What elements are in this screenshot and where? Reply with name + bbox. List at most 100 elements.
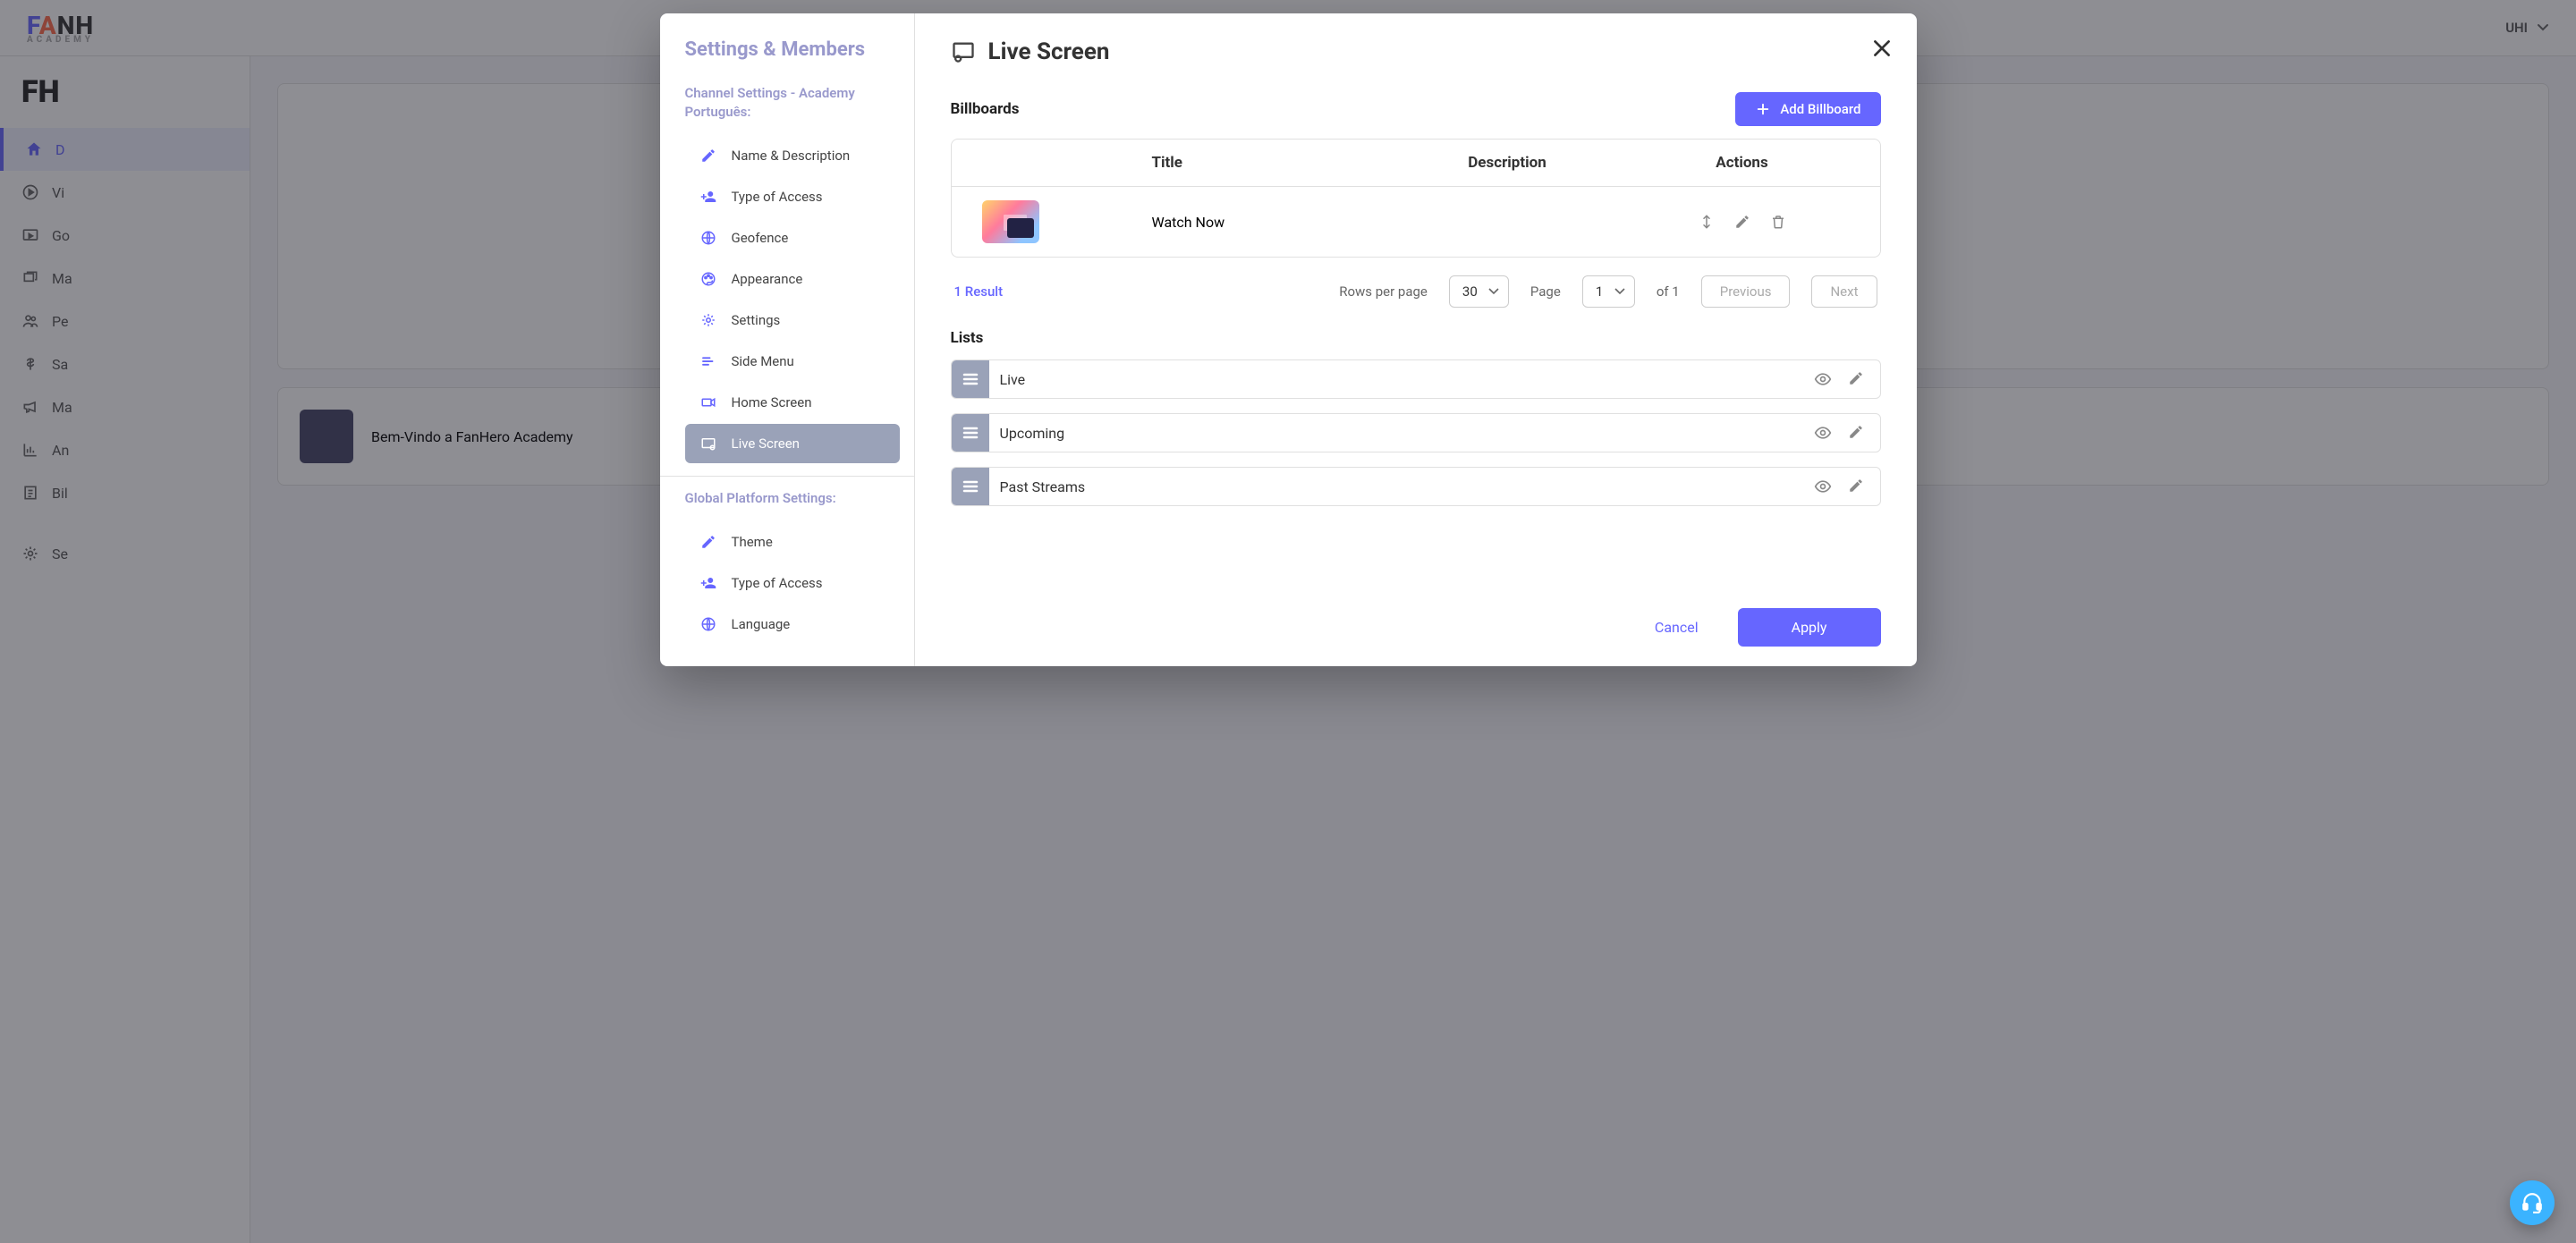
sidebar-item-home-screen[interactable]: Home Screen — [685, 383, 900, 422]
billboards-label: Billboards — [951, 100, 1020, 118]
edit-button[interactable] — [1848, 370, 1864, 388]
visibility-button[interactable] — [1814, 478, 1832, 495]
pencil-icon — [1848, 478, 1864, 494]
reorder-icon — [1699, 214, 1715, 230]
sidebar-item-live-screen[interactable]: Live Screen — [685, 424, 900, 463]
pencil-icon — [1848, 370, 1864, 386]
list-item: Upcoming — [951, 413, 1881, 452]
drag-icon — [962, 427, 979, 439]
modal-overlay: Settings & Members Channel Settings - Ac… — [0, 0, 2576, 1243]
sidebar-item-type-of-access-global[interactable]: Type of Access — [685, 563, 900, 603]
sidebar-item-label: Theme — [732, 534, 773, 550]
edit-button[interactable] — [1848, 478, 1864, 495]
list-actions — [1814, 424, 1880, 442]
person-add-icon — [700, 189, 716, 205]
list-name: Live — [989, 371, 1814, 388]
page-of-text: of 1 — [1657, 283, 1680, 300]
list-item: Live — [951, 359, 1881, 399]
screen-settings-icon — [700, 435, 716, 452]
edit-button[interactable] — [1734, 214, 1750, 230]
sidebar-item-appearance[interactable]: Appearance — [685, 259, 900, 299]
button-label: Add Billboard — [1780, 101, 1860, 117]
list-actions — [1814, 370, 1880, 388]
row-actions — [1626, 214, 1859, 230]
billboard-thumbnail — [982, 200, 1039, 243]
sidebar-item-geofence[interactable]: Geofence — [685, 218, 900, 258]
modal-main: Live Screen Billboards Add Billboard — [915, 13, 1917, 666]
next-button[interactable]: Next — [1811, 275, 1877, 308]
sidebar-item-label: Home Screen — [732, 394, 812, 410]
sidebar-item-settings[interactable]: Settings — [685, 300, 900, 340]
close-button[interactable] — [1870, 37, 1894, 60]
result-count: 1 Result — [954, 283, 1004, 300]
rows-per-page-label: Rows per page — [1339, 283, 1428, 300]
sidebar-item-label: Settings — [732, 312, 781, 328]
sidebar-separator — [660, 476, 914, 477]
add-billboard-button[interactable]: Add Billboard — [1735, 92, 1880, 126]
list-icon — [700, 353, 716, 369]
sidebar-item-language[interactable]: Language — [685, 605, 900, 644]
globe-icon — [700, 230, 716, 246]
sidebar-item-type-of-access[interactable]: Type of Access — [685, 177, 900, 216]
list-name: Past Streams — [989, 478, 1814, 495]
eye-icon — [1814, 370, 1832, 388]
modal-footer: Cancel Apply — [915, 588, 1917, 666]
eye-icon — [1814, 478, 1832, 495]
settings-modal: Settings & Members Channel Settings - Ac… — [660, 13, 1917, 666]
page-label: Page — [1530, 283, 1561, 300]
sidebar-item-label: Type of Access — [732, 575, 823, 591]
table-row: Watch Now — [952, 187, 1880, 257]
drag-handle[interactable] — [952, 360, 989, 398]
sidebar-item-label: Name & Description — [732, 148, 851, 164]
apply-button[interactable]: Apply — [1738, 608, 1881, 647]
modal-title: Live Screen — [988, 38, 1110, 65]
modal-header: Live Screen — [915, 13, 1917, 72]
list-actions — [1814, 478, 1880, 495]
row-title: Watch Now — [1152, 214, 1389, 231]
page-select[interactable]: 1 — [1582, 275, 1635, 308]
headset-icon — [2521, 1191, 2544, 1214]
modal-body: Billboards Add Billboard Title Descripti… — [915, 72, 1917, 588]
col-title: Title — [1152, 154, 1389, 172]
pagination: 1 Result Rows per page 30 Page 1 of 1 Pr… — [951, 258, 1881, 326]
drag-icon — [962, 373, 979, 385]
gear-icon — [700, 312, 716, 328]
sidebar-item-label: Live Screen — [732, 435, 800, 452]
lists-header: Lists — [951, 329, 1881, 347]
person-add-icon — [700, 575, 716, 591]
delete-button[interactable] — [1770, 214, 1786, 230]
pencil-icon — [1848, 424, 1864, 440]
lists-label: Lists — [951, 329, 984, 347]
rows-per-page-select[interactable]: 30 — [1449, 275, 1509, 308]
visibility-button[interactable] — [1814, 370, 1832, 388]
list-item: Past Streams — [951, 467, 1881, 506]
sidebar-item-side-menu[interactable]: Side Menu — [685, 342, 900, 381]
globe-icon — [700, 616, 716, 632]
sidebar-item-label: Language — [732, 616, 791, 632]
cancel-button[interactable]: Cancel — [1642, 610, 1711, 645]
sidebar-item-label: Side Menu — [732, 353, 794, 369]
col-description: Description — [1389, 154, 1626, 172]
sidebar-item-label: Appearance — [732, 271, 803, 287]
sidebar-item-theme[interactable]: Theme — [685, 522, 900, 562]
edit-button[interactable] — [1848, 424, 1864, 442]
reorder-button[interactable] — [1699, 214, 1715, 230]
eye-icon — [1814, 424, 1832, 442]
plus-icon — [1755, 101, 1771, 117]
table-header: Title Description Actions — [952, 140, 1880, 187]
drag-handle[interactable] — [952, 468, 989, 505]
visibility-button[interactable] — [1814, 424, 1832, 442]
billboards-table: Title Description Actions Watch Now — [951, 139, 1881, 258]
support-button[interactable] — [2510, 1180, 2555, 1225]
pencil-icon — [700, 148, 716, 164]
drag-handle[interactable] — [952, 414, 989, 452]
sidebar-item-name-description[interactable]: Name & Description — [685, 136, 900, 175]
billboards-header: Billboards Add Billboard — [951, 92, 1881, 126]
sidebar-group-channel: Channel Settings - Academy Português: — [660, 84, 914, 134]
trash-icon — [1770, 214, 1786, 230]
pencil-icon — [700, 534, 716, 550]
palette-icon — [700, 271, 716, 287]
list-name: Upcoming — [989, 425, 1814, 442]
modal-sidebar-title: Settings & Members — [660, 38, 914, 84]
previous-button[interactable]: Previous — [1701, 275, 1791, 308]
